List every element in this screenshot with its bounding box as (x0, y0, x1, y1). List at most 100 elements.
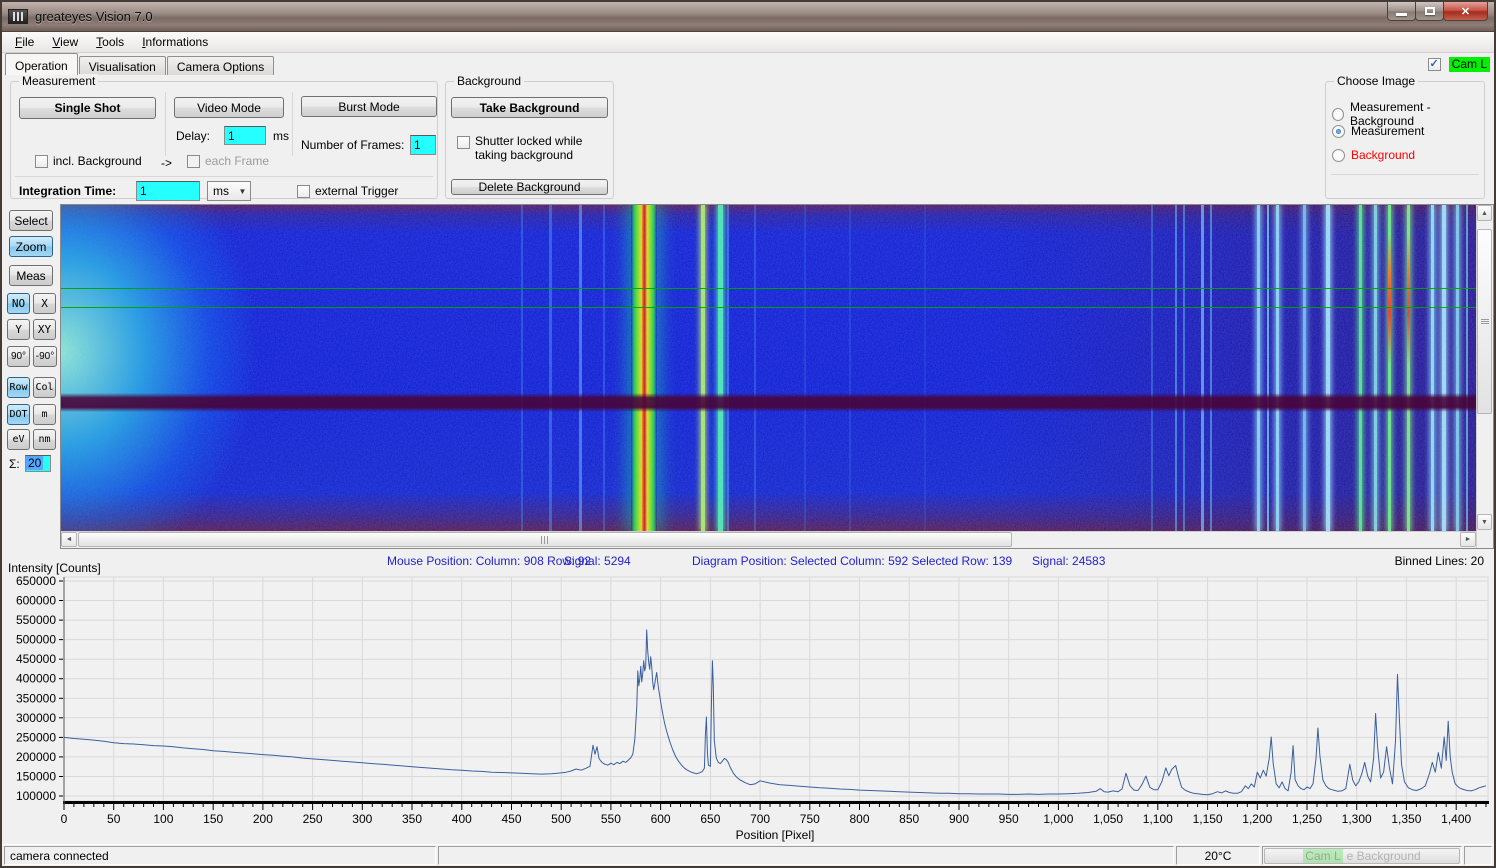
svg-text:250000: 250000 (16, 730, 56, 744)
binned-lines-readout: Binned Lines: 20 (1395, 554, 1484, 568)
take-background-disabled-button: Cam L e Background (1264, 848, 1460, 864)
horizontal-scroll-thumb[interactable] (78, 532, 1012, 547)
sigma-label: Σ: (9, 457, 20, 471)
svg-text:600: 600 (651, 812, 671, 826)
delay-label: Delay: (176, 129, 210, 143)
minimize-button[interactable] (1387, 2, 1416, 21)
spectral-image[interactable] (61, 205, 1476, 531)
radio-measurement-background[interactable] (1332, 108, 1344, 121)
each-frame-checkbox[interactable] (187, 155, 200, 168)
choose-image-group-label: Choose Image (1334, 74, 1418, 88)
integration-unit-value: ms (208, 184, 235, 198)
svg-text:550000: 550000 (16, 613, 56, 627)
tab-strip: Operation Visualisation Camera Options ✓… (2, 53, 1494, 75)
svg-text:250: 250 (303, 812, 323, 826)
vertical-scrollbar[interactable]: ▲ ▼ (1476, 205, 1493, 548)
menu-informations[interactable]: Informations (133, 33, 217, 51)
vertical-scroll-thumb[interactable] (1477, 229, 1492, 414)
integration-time-input[interactable] (136, 181, 200, 201)
delete-background-button[interactable]: Delete Background (451, 179, 608, 195)
external-trigger-label: external Trigger (315, 184, 398, 198)
diagram-position-readout: Diagram Position: Selected Column: 592 S… (692, 554, 1012, 568)
svg-text:200: 200 (253, 812, 273, 826)
resize-grip[interactable] (1464, 846, 1492, 865)
svg-text:900: 900 (949, 812, 969, 826)
svg-text:350: 350 (402, 812, 422, 826)
radio-measurement[interactable] (1332, 125, 1345, 138)
svg-text:550: 550 (601, 812, 621, 826)
cam-checkbox[interactable]: ✓ (1428, 58, 1441, 71)
cam-indicator-label: Cam L (1449, 57, 1490, 72)
background-group: Background Take Background Shutter locke… (445, 81, 614, 199)
shutter-locked-checkbox[interactable] (457, 136, 470, 149)
svg-text:200000: 200000 (16, 750, 56, 764)
nm-unit-button[interactable]: nm (33, 429, 56, 450)
video-mode-button[interactable]: Video Mode (174, 97, 284, 118)
zoom-tool-button[interactable]: Zoom (9, 236, 53, 257)
binned-lines-input[interactable]: 20 (25, 455, 51, 472)
svg-text:500: 500 (551, 812, 571, 826)
control-panel: Measurement Single Shot Video Mode Delay… (2, 75, 1494, 204)
spectral-noise-overlay (61, 205, 1476, 531)
col-mode-button[interactable]: Col (33, 377, 56, 398)
close-button[interactable]: ✕ (1443, 2, 1488, 21)
tab-operation[interactable]: Operation (5, 53, 78, 75)
connection-status: camera connected (4, 846, 436, 865)
intensity-plot: 1000001500002000002500003000003500004000… (2, 575, 1492, 844)
maximize-button[interactable] (1415, 2, 1444, 21)
incl-background-checkbox[interactable] (35, 155, 48, 168)
choose-image-group: Choose Image Measurement - Background Me… (1325, 81, 1485, 199)
number-of-frames-label: Number of Frames: (301, 138, 404, 152)
rotate-cw-button[interactable]: 90° (7, 346, 30, 367)
flip-x-button[interactable]: X (33, 293, 56, 314)
menu-view[interactable]: View (43, 33, 87, 51)
single-shot-button[interactable]: Single Shot (19, 97, 156, 119)
radio-background-label: Background (1351, 148, 1415, 162)
number-of-frames-input[interactable] (410, 135, 436, 155)
svg-text:1,150: 1,150 (1193, 812, 1223, 826)
scroll-right-arrow-icon[interactable]: ► (1460, 532, 1476, 547)
diagram-signal-readout: Signal: 24583 (1032, 554, 1105, 568)
menu-file[interactable]: File (6, 33, 43, 51)
radio-background[interactable] (1332, 149, 1345, 162)
app-window: greateyes Vision 7.0 ✕ File View Tools I… (0, 0, 1496, 868)
burst-mode-button[interactable]: Burst Mode (301, 96, 437, 117)
svg-text:1,000: 1,000 (1043, 812, 1073, 826)
ev-unit-button[interactable]: eV (7, 429, 30, 450)
tab-camera-options[interactable]: Camera Options (167, 56, 274, 75)
delay-input[interactable] (224, 126, 266, 145)
svg-text:450: 450 (501, 812, 521, 826)
svg-text:950: 950 (999, 812, 1019, 826)
svg-text:150000: 150000 (16, 770, 56, 784)
app-icon (8, 9, 28, 24)
background-group-label: Background (454, 74, 524, 88)
scroll-up-arrow-icon[interactable]: ▲ (1477, 205, 1492, 221)
svg-text:750: 750 (800, 812, 820, 826)
tab-visualisation[interactable]: Visualisation (79, 56, 166, 75)
svg-text:1,050: 1,050 (1093, 812, 1123, 826)
flip-xy-button[interactable]: XY (33, 319, 56, 340)
meter-unit-button[interactable]: m (33, 404, 56, 425)
flip-no-button[interactable]: NO (7, 293, 30, 314)
horizontal-scrollbar[interactable]: ◄ ► (61, 531, 1476, 548)
scroll-left-arrow-icon[interactable]: ◄ (61, 532, 77, 547)
integration-unit-dropdown[interactable]: ms ▼ (207, 181, 251, 201)
intensity-chart[interactable]: 1000001500002000002500003000003500004000… (2, 575, 1494, 844)
flip-y-button[interactable]: Y (7, 319, 30, 340)
main-area: Select Zoom Meas NO X Y XY 90° -90° Row … (2, 204, 1494, 549)
take-background-button[interactable]: Take Background (451, 97, 608, 118)
rotate-ccw-button[interactable]: -90° (33, 346, 57, 367)
select-tool-button[interactable]: Select (9, 210, 53, 231)
svg-text:350000: 350000 (16, 691, 56, 705)
meas-tool-button[interactable]: Meas (9, 265, 53, 286)
dot-mode-button[interactable]: DOT (7, 404, 30, 425)
menu-bar: File View Tools Informations (2, 32, 1494, 53)
scroll-down-arrow-icon[interactable]: ▼ (1477, 514, 1492, 530)
svg-text:1,200: 1,200 (1242, 812, 1272, 826)
external-trigger-checkbox[interactable] (297, 185, 310, 198)
window-title: greateyes Vision 7.0 (35, 9, 153, 24)
row-mode-button[interactable]: Row (7, 377, 30, 398)
menu-tools[interactable]: Tools (87, 33, 133, 51)
delay-unit-label: ms (273, 129, 289, 143)
svg-text:850: 850 (899, 812, 919, 826)
